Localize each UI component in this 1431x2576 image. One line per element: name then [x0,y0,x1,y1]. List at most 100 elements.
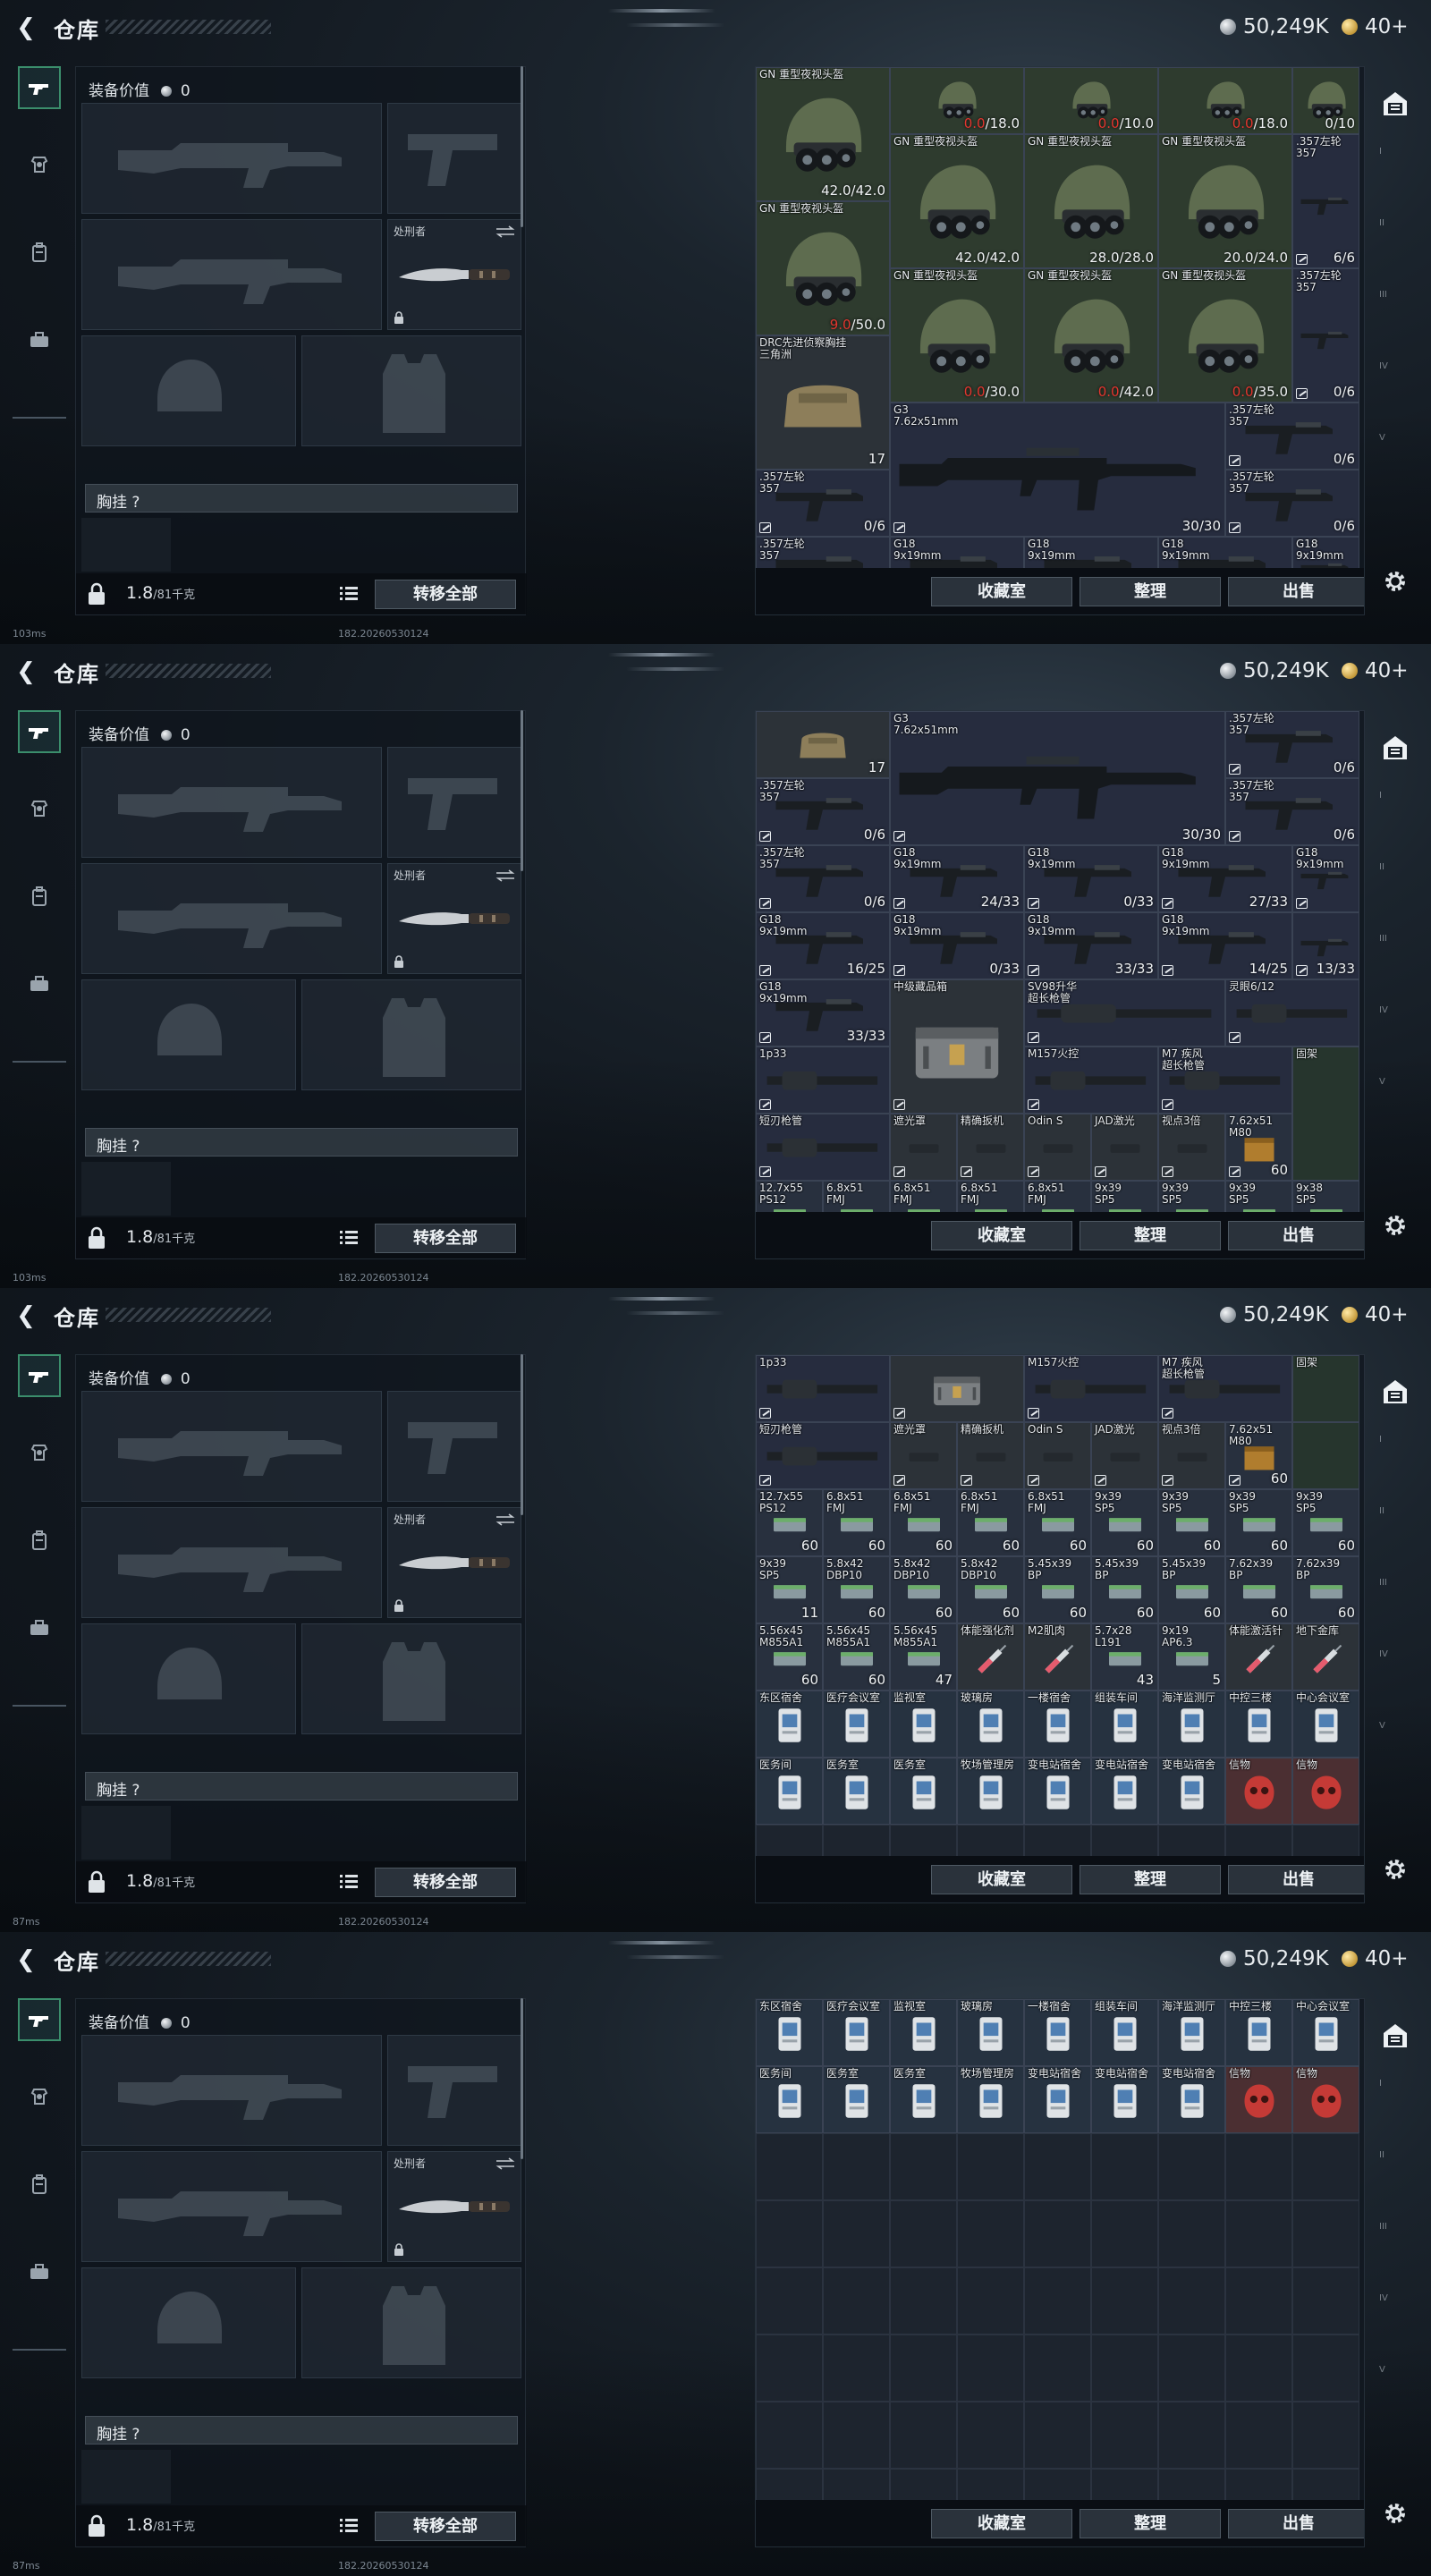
storage-page-icon[interactable]: V [1379,1077,1410,1100]
chest-rig-slot[interactable]: 胸挂 ? [85,484,518,513]
sell-button[interactable]: 出售 [1228,2509,1364,2538]
item-mask[interactable]: 信物 [1292,1758,1359,1825]
body-armor-slot[interactable] [301,979,521,1090]
lock-icon[interactable] [87,2514,106,2538]
item-helmet[interactable]: GN 重型夜视头盔 0.0/42.0 [1024,268,1158,402]
tab-armor-icon[interactable] [18,1431,61,1474]
equipment-scrollbar[interactable] [521,1354,523,1515]
empty-slot[interactable] [1091,2133,1158,2200]
item-case[interactable]: 中级藏品箱 [890,979,1024,1114]
item-part[interactable]: Odin S [1024,1422,1091,1489]
item-crate[interactable]: 7.62x51 M80 60 [1225,1114,1292,1181]
item-gun[interactable]: G18 9x19mm [1024,537,1158,568]
melee-slot[interactable]: 处刑者 [387,863,521,974]
item-ammo[interactable]: 9x39 SP5 60 [1158,1489,1225,1556]
empty-slot[interactable] [1024,1825,1091,1856]
helmet-slot[interactable] [81,335,296,446]
item-scope[interactable]: 1p33 [756,1355,890,1422]
collection-button[interactable]: 收藏室 [931,1221,1072,1250]
item-ammo[interactable]: 7.62x39 BP 60 [1292,1556,1359,1623]
item-gun[interactable]: G18 9x19mm [1292,845,1359,912]
pistol-slot[interactable] [387,747,521,858]
empty-slot[interactable] [1225,2267,1292,2334]
empty-slot[interactable] [823,2133,890,2200]
item-part[interactable]: 视点3倍 [1158,1114,1225,1181]
item-gun[interactable]: .357左轮 357 0/6 [756,470,890,537]
item-green[interactable] [1292,1422,1359,1489]
empty-slot[interactable] [1292,2200,1359,2267]
item-ammo[interactable]: 5.8x42 DBP10 60 [890,1556,957,1623]
item-bag[interactable]: DRC先进侦察胸挂 三角洲 17 [756,335,890,470]
item-ammo[interactable]: 5.8x42 DBP10 60 [957,1556,1024,1623]
item-part[interactable]: 遮光罩 [890,1114,957,1181]
item-helmet[interactable]: GN 重型夜视头盔 28.0/28.0 [1024,134,1158,268]
item-ammo[interactable]: 6.8x51 FMJ 60 [957,1489,1024,1556]
item-green[interactable]: 固架 [1292,1355,1359,1422]
empty-slot[interactable] [957,2334,1024,2402]
chest-rig-slot[interactable]: 胸挂 ? [85,2416,518,2445]
empty-slot[interactable] [1292,1825,1359,1856]
empty-slot[interactable] [756,1825,823,1856]
lock-icon[interactable] [87,1870,106,1894]
item-key[interactable]: 组装车间 [1091,1999,1158,2066]
empty-slot[interactable] [1292,2334,1359,2402]
item-key[interactable]: 玻璃房 [957,1999,1024,2066]
item-helmet[interactable]: GN 重型夜视头盔 9.0/50.0 [756,201,890,335]
empty-slot[interactable] [1225,2200,1292,2267]
empty-slot[interactable] [890,2133,957,2200]
empty-slot[interactable] [823,2402,890,2469]
gear-icon[interactable] [1377,1208,1413,1243]
tab-weapons-icon[interactable] [18,710,61,753]
item-key[interactable]: 监视室 [890,1999,957,2066]
list-icon[interactable] [339,584,359,602]
list-icon[interactable] [339,1228,359,1246]
list-icon[interactable] [339,1872,359,1890]
empty-slot[interactable] [1158,2334,1225,2402]
item-ammo[interactable]: 9x39 SP5 60 [1225,1489,1292,1556]
pistol-slot[interactable] [387,103,521,214]
empty-slot[interactable] [1024,2267,1091,2334]
item-helmet[interactable]: 0.0/18.0 [890,67,1024,134]
sell-button[interactable]: 出售 [1228,1865,1364,1894]
tab-armor-icon[interactable] [18,2075,61,2118]
empty-slot[interactable] [756,2200,823,2267]
item-key[interactable]: 海洋监测厅 [1158,1690,1225,1758]
empty-slot[interactable] [1158,2267,1225,2334]
empty-slot[interactable] [756,2267,823,2334]
item-gun[interactable]: .357左轮 357 0/6 [1292,268,1359,402]
tab-case-icon[interactable] [18,1606,61,1649]
item-ammo[interactable]: 5.7x28 L191 43 [1091,1623,1158,1690]
empty-slot[interactable] [1158,2133,1225,2200]
sort-button[interactable]: 整理 [1080,2509,1221,2538]
item-helmet[interactable]: GN 重型夜视头盔 42.0/42.0 [890,134,1024,268]
item-gun[interactable]: .357左轮 357 6/6 [1292,134,1359,268]
empty-slot[interactable] [1158,2402,1225,2469]
item-launcher[interactable]: M157火控 [1024,1046,1158,1114]
item-barrel[interactable]: M7 疾风 超长枪管 [1158,1046,1292,1114]
empty-slot[interactable] [957,1825,1024,1856]
back-icon[interactable]: ❮ [13,658,39,685]
empty-slot[interactable] [957,2200,1024,2267]
item-gun[interactable]: G18 9x19mm 33/33 [756,979,890,1046]
tab-backpack-icon[interactable] [18,2163,61,2206]
storage-home-icon[interactable] [1377,730,1413,766]
helmet-slot[interactable] [81,979,296,1090]
item-helmet[interactable]: 0.0/10.0 [1024,67,1158,134]
item-bag[interactable]: 17 [756,711,890,778]
item-ammo[interactable]: 5.8x42 DBP10 60 [823,1556,890,1623]
item-gun[interactable]: 13/33 [1292,912,1359,979]
item-gun[interactable]: G18 9x19mm 14/25 [1158,912,1292,979]
body-armor-slot[interactable] [301,335,521,446]
storage-page-icon[interactable]: IV [1379,2293,1410,2317]
item-gun[interactable]: .357左轮 357 0/6 [1225,778,1359,845]
primary-weapon-slot[interactable] [81,747,382,858]
gear-icon[interactable] [1377,564,1413,599]
storage-page-icon[interactable]: III [1379,934,1410,957]
chest-rig-grid[interactable] [81,2450,171,2504]
empty-slot[interactable] [1024,2469,1091,2500]
swap-icon[interactable] [495,1513,515,1526]
item-gun[interactable]: .357左轮 357 0/6 [1225,711,1359,778]
item-ammo[interactable]: 6.8x51 FMJ 60 [890,1489,957,1556]
empty-slot[interactable] [890,2267,957,2334]
item-barrel[interactable]: 短刃枪管 [756,1422,890,1489]
